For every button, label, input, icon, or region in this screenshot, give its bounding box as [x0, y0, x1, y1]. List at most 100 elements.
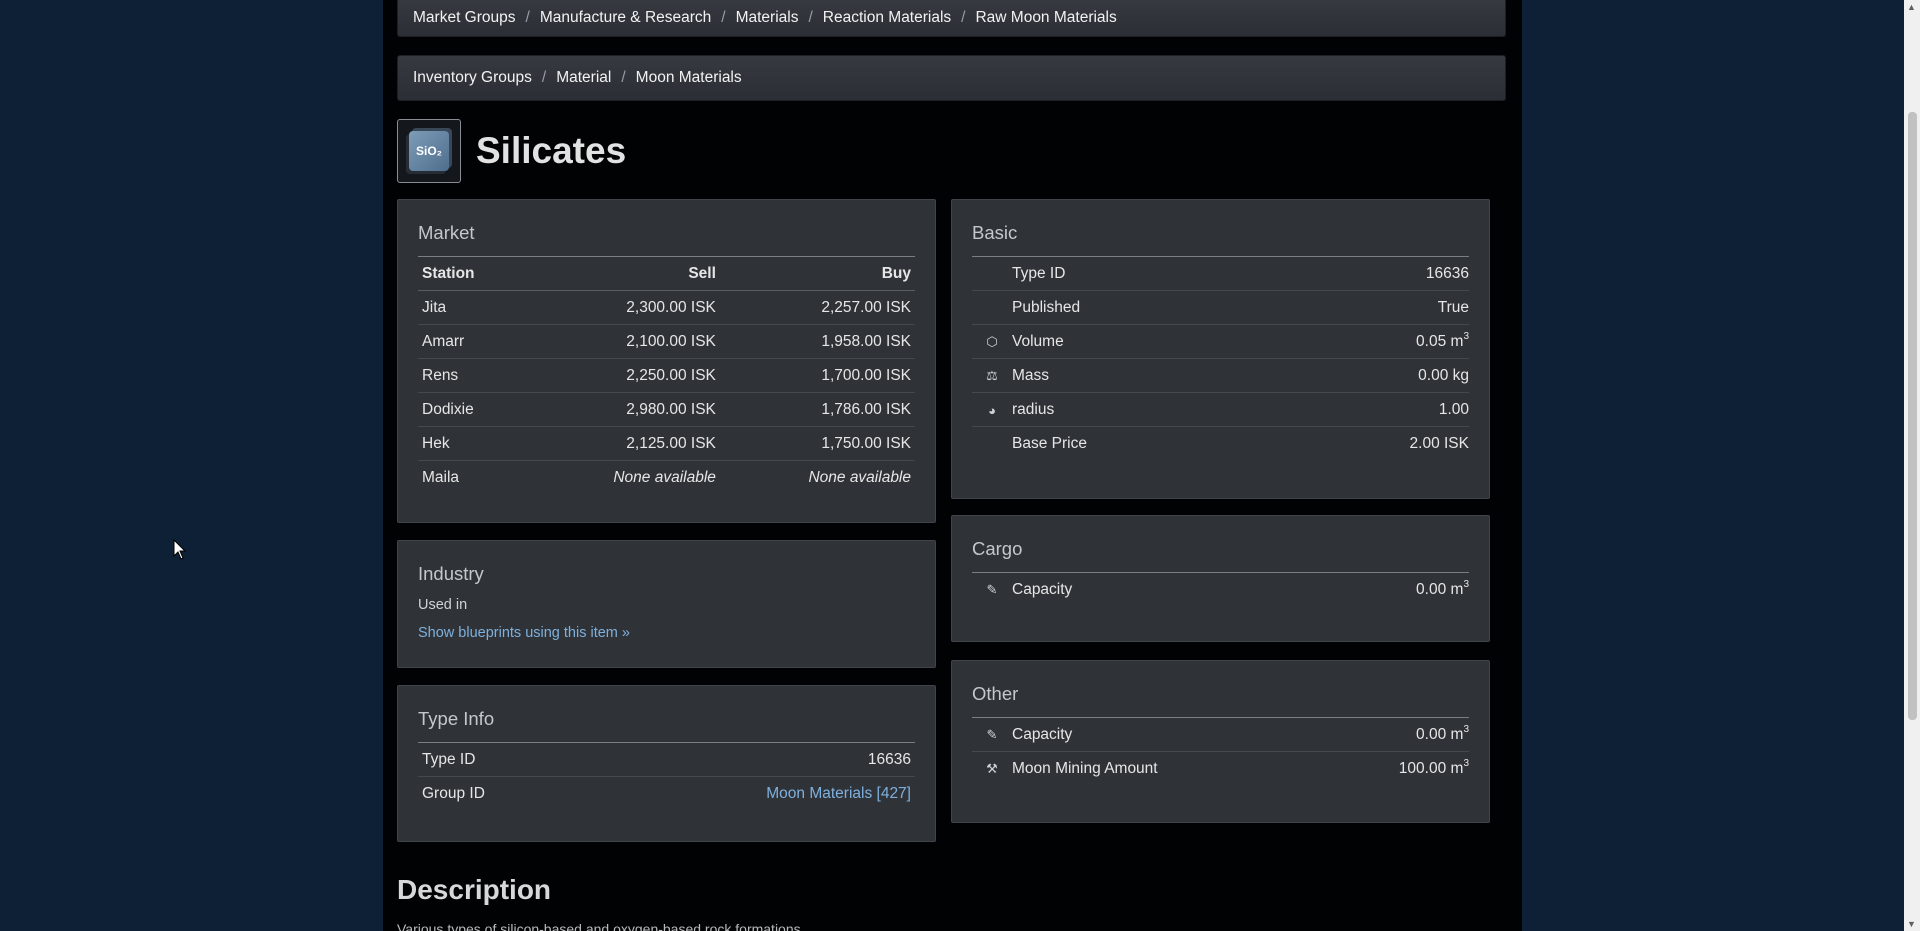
unit-exponent: 3 [1463, 331, 1469, 342]
station-name: Jita [418, 290, 525, 325]
attribute-row: Type ID 16636 [972, 257, 1469, 291]
basic-heading: Basic [972, 222, 1018, 243]
table-row: Group ID Moon Materials [427] [418, 777, 915, 811]
buy-price: 1,786.00 ISK [719, 392, 915, 427]
crumb-materials[interactable]: Materials [736, 9, 799, 27]
group-id-label: Group ID [422, 785, 485, 802]
attr-label: Published [1012, 290, 1267, 325]
table-row: Jita 2,300.00 ISK 2,257.00 ISK [418, 290, 915, 325]
page-title: Silicates [476, 130, 627, 171]
type-info-panel: Type Info Type ID 16636 Group ID Moon Mate… [397, 685, 936, 842]
station-name: Maila [422, 469, 460, 486]
attribute-row: ⬡ Volume 0.05 m3 [972, 324, 1469, 359]
buy-price: None available [808, 469, 911, 486]
crumb-separator: / [621, 69, 626, 86]
description-text: Various types of silicon-based and oxyge… [397, 921, 805, 931]
sell-price: 2,125.00 ISK [524, 426, 720, 461]
table-row: Hek 2,125.00 ISK 1,750.00 ISK [418, 426, 915, 461]
table-row: Type ID 16636 [418, 743, 915, 777]
cargo-attributes: ✎ Capacity 0.00 m3 [972, 573, 1469, 606]
attr-label: Capacity [1012, 581, 1073, 598]
page-scrollbar[interactable]: ▲ ▼ [1904, 0, 1920, 931]
attr-label: radius [1012, 392, 1267, 427]
attr-label: Moon Mining Amount [1012, 760, 1158, 777]
attr-value: 2.00 ISK [1409, 435, 1469, 452]
crumb-separator: / [541, 69, 547, 86]
scroll-up-arrow-icon[interactable]: ▲ [1907, 2, 1916, 12]
attr-label: Volume [1012, 324, 1267, 359]
basic-panel: Basic Type ID 16636 Published True ⬡ Volume… [951, 199, 1490, 499]
item-icon-label: SiO₂ [409, 131, 449, 171]
inventory-breadcrumb: Inventory Groups / Material / Moon Materia… [397, 55, 1506, 101]
buy-price: 2,257.00 ISK [719, 290, 915, 325]
buy-price: 1,750.00 ISK [719, 426, 915, 461]
content-area: Market Groups / Manufacture & Research / M… [383, 0, 1522, 931]
attribute-row: ✎ Capacity 0.00 m3 [972, 573, 1469, 606]
moon-mining-icon: ⚒ [986, 761, 998, 776]
group-id-link[interactable]: Moon Materials [427] [576, 777, 915, 811]
table-row: Rens 2,250.00 ISK 1,700.00 ISK [418, 358, 915, 393]
attr-label: Mass [1012, 358, 1267, 393]
capacity-icon: ✎ [986, 582, 998, 597]
capacity-icon: ✎ [972, 718, 1012, 752]
show-blueprints-link[interactable]: Show blueprints using this item » [418, 625, 915, 641]
crumb-material[interactable]: Material [556, 69, 611, 87]
crumb-moon-materials[interactable]: Moon Materials [636, 69, 742, 87]
basic-attributes: Type ID 16636 Published True ⬡ Volume 0.05 m… [972, 257, 1469, 460]
used-in-label: Used in [418, 597, 468, 613]
crumb-reaction-materials[interactable]: Reaction Materials [823, 9, 951, 27]
crumb-separator: / [961, 9, 966, 26]
buy-price: 1,700.00 ISK [719, 358, 915, 393]
attr-value: 100.00 m [1398, 760, 1464, 777]
mass-icon: ⚖ [972, 358, 1012, 393]
attr-label: Type ID [1012, 257, 1267, 291]
station-name: Hek [418, 426, 525, 461]
attr-value: 0.00 m [1416, 726, 1464, 743]
sell-price: 2,300.00 ISK [524, 290, 720, 325]
attr-value: 0.00 m [1416, 581, 1464, 598]
crumb-manufacture-research[interactable]: Manufacture & Research [540, 9, 711, 27]
cargo-heading: Cargo [972, 538, 1023, 559]
item-header: SiO₂ Silicates [397, 119, 626, 183]
attribute-row: ⚖ Mass 0.00 kg [972, 358, 1469, 393]
crumb-market-groups[interactable]: Market Groups [413, 9, 516, 27]
crumb-inventory-groups[interactable]: Inventory Groups [413, 69, 532, 87]
attr-value: 0.00 kg [1266, 358, 1469, 393]
crumb-raw-moon-materials[interactable]: Raw Moon Materials [975, 9, 1116, 27]
attribute-row: ⚒ Moon Mining Amount 100.00 m3 [972, 752, 1469, 786]
attribute-row: Base Price 2.00 ISK [972, 427, 1469, 461]
market-breadcrumb: Market Groups / Manufacture & Research / M… [397, 0, 1506, 37]
crumb-separator: / [525, 9, 530, 26]
attr-value: 0.05 m [1416, 333, 1464, 350]
table-row: Amarr 2,100.00 ISK 1,958.00 ISK [418, 324, 915, 359]
sell-price: None available [613, 469, 716, 486]
cargo-panel: Cargo ✎ Capacity 0.00 m3 [951, 515, 1490, 642]
table-header-row: Station Sell Buy [418, 257, 915, 291]
industry-panel: Industry Used in Show blueprints using t… [397, 540, 936, 668]
mouse-cursor-icon [173, 539, 187, 560]
col-sell: Sell [524, 257, 720, 291]
other-attributes: ✎ Capacity 0.00 m3 ⚒ Moon Mining Amount 100.… [972, 718, 1469, 785]
market-heading: Market [418, 222, 475, 243]
other-panel: Other ✎ Capacity 0.00 m3 ⚒ Moon Mining Amou… [951, 660, 1490, 823]
table-row: Dodixie 2,980.00 ISK 1,786.00 ISK [418, 392, 915, 427]
unit-exponent: 3 [1463, 579, 1469, 590]
unit-exponent: 3 [1463, 724, 1469, 735]
volume-icon: ⬡ [972, 324, 1012, 359]
attr-value: 1.00 [1266, 392, 1469, 427]
attribute-row: ✎ Capacity 0.00 m3 [972, 718, 1469, 752]
unit-exponent: 3 [1463, 758, 1469, 769]
type-id-value: 16636 [575, 743, 915, 777]
col-buy: Buy [719, 257, 915, 291]
attr-value: True [1266, 290, 1469, 325]
attr-label: Capacity [1012, 718, 1321, 752]
scrollbar-thumb[interactable] [1908, 112, 1917, 720]
sell-price: 2,100.00 ISK [524, 324, 720, 359]
description-heading: Description [397, 874, 552, 905]
type-info-table: Type ID 16636 Group ID Moon Materials [427… [418, 743, 915, 810]
market-panel: Market Station Sell Buy Jita 2,300.00 ISK… [397, 199, 936, 523]
station-name: Dodixie [418, 392, 525, 427]
scroll-down-arrow-icon[interactable]: ▼ [1907, 919, 1916, 929]
buy-price: 1,958.00 ISK [719, 324, 915, 359]
type-info-heading: Type Info [418, 708, 495, 729]
